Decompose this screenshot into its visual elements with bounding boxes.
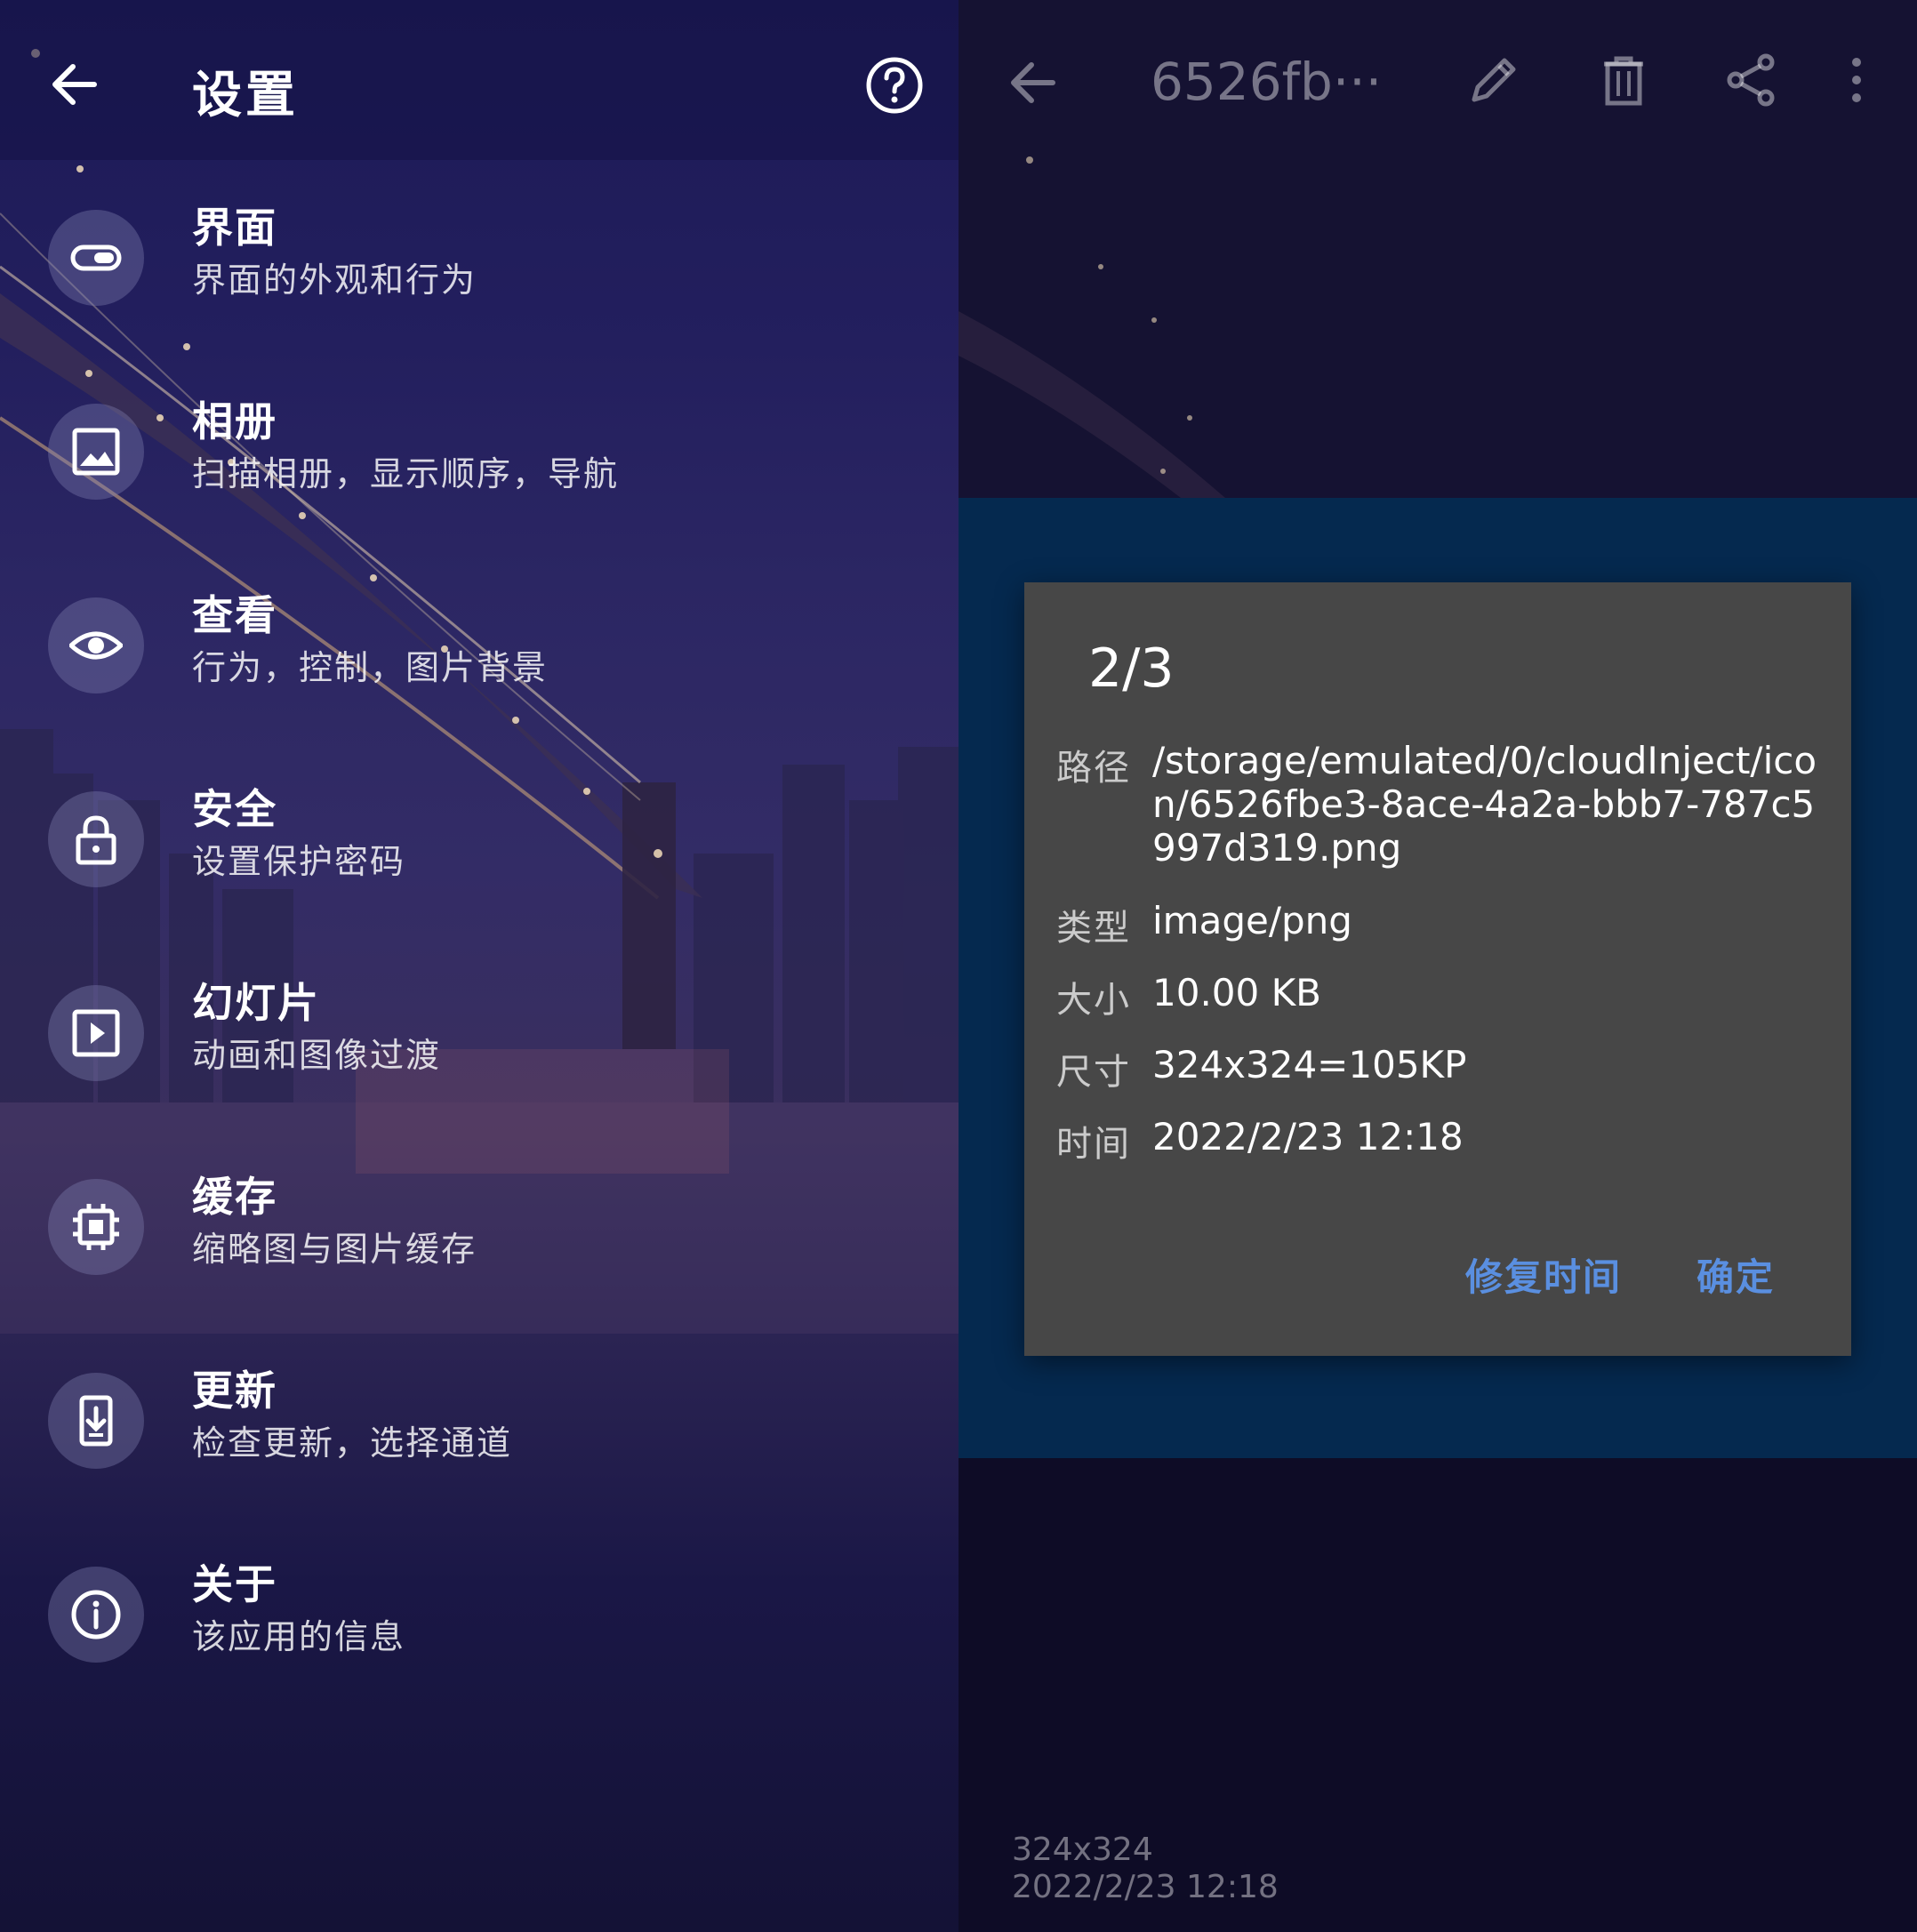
download-icon-wrap bbox=[48, 1373, 144, 1469]
info-value: /storage/emulated/0/cloudInject/icon/652… bbox=[1152, 739, 1817, 870]
info-icon-wrap bbox=[48, 1567, 144, 1663]
eye-icon-wrap bbox=[48, 597, 144, 693]
item-subtitle: 设置保护密码 bbox=[192, 842, 406, 881]
info-row-time: 时间 2022/2/23 12:18 bbox=[1056, 1115, 1821, 1165]
more-vertical-icon[interactable] bbox=[1839, 52, 1874, 108]
info-value: 324x324=105KP bbox=[1152, 1043, 1467, 1086]
info-label: 尺寸 bbox=[1056, 1052, 1131, 1093]
item-title: 缓存 bbox=[192, 1173, 277, 1221]
photo-date: 2022/2/23 12:18 bbox=[1012, 1869, 1279, 1905]
play-icon-wrap bbox=[48, 985, 144, 1081]
file-info-dialog: 2/3 路径 /storage/emulated/0/cloudInject/i… bbox=[1024, 582, 1851, 1356]
toggle-icon bbox=[70, 245, 122, 271]
settings-item-cache[interactable]: 缓存 缩略图与图片缓存 bbox=[0, 1147, 958, 1307]
eye-icon bbox=[69, 631, 123, 660]
info-label: 路径 bbox=[1056, 748, 1131, 789]
item-subtitle: 动画和图像过渡 bbox=[192, 1036, 442, 1075]
item-subtitle: 检查更新，选择通道 bbox=[192, 1423, 513, 1463]
settings-pane: 设置 界面 界面的外观和行为 相册 扫描相册，显示顺序，导航 查看 行为，控制，… bbox=[0, 0, 958, 1932]
image-icon-wrap bbox=[48, 404, 144, 500]
lock-icon-wrap bbox=[48, 791, 144, 887]
info-label: 时间 bbox=[1056, 1124, 1131, 1165]
play-icon bbox=[72, 1009, 120, 1057]
pencil-icon[interactable] bbox=[1465, 52, 1522, 108]
item-subtitle: 界面的外观和行为 bbox=[192, 261, 477, 300]
toggle-icon-wrap bbox=[48, 210, 144, 306]
settings-item-albums[interactable]: 相册 扫描相册，显示顺序，导航 bbox=[0, 372, 958, 532]
item-title: 界面 bbox=[192, 204, 277, 252]
help-circle-icon[interactable] bbox=[864, 55, 925, 116]
info-row-type: 类型 image/png bbox=[1056, 899, 1821, 949]
item-title: 幻灯片 bbox=[192, 979, 320, 1027]
info-icon bbox=[71, 1590, 121, 1639]
viewer-footer: 324x324 2022/2/23 12:18 bbox=[958, 1458, 1917, 1932]
lock-icon bbox=[76, 815, 116, 865]
settings-item-interface[interactable]: 界面 界面的外观和行为 bbox=[0, 178, 958, 338]
fix-time-button[interactable]: 修复时间 bbox=[1465, 1247, 1622, 1302]
chip-icon bbox=[73, 1204, 119, 1250]
item-subtitle: 缩略图与图片缓存 bbox=[192, 1230, 477, 1269]
item-subtitle: 该应用的信息 bbox=[192, 1617, 406, 1656]
item-title: 查看 bbox=[192, 591, 277, 639]
settings-item-slideshow[interactable]: 幻灯片 动画和图像过渡 bbox=[0, 953, 958, 1113]
settings-item-about[interactable]: 关于 该应用的信息 bbox=[0, 1535, 958, 1695]
settings-app-bar: 设置 bbox=[0, 0, 958, 160]
viewer-title: 6526fb··· bbox=[1151, 52, 1383, 112]
info-value: 10.00 KB bbox=[1152, 971, 1321, 1014]
item-title: 更新 bbox=[192, 1367, 277, 1415]
page-title: 设置 bbox=[192, 67, 299, 124]
trash-icon[interactable] bbox=[1595, 52, 1652, 108]
photo-dimensions: 324x324 bbox=[1012, 1832, 1153, 1868]
info-value: 2022/2/23 12:18 bbox=[1152, 1115, 1464, 1158]
settings-item-update[interactable]: 更新 检查更新，选择通道 bbox=[0, 1341, 958, 1501]
arrow-left-icon[interactable] bbox=[44, 53, 107, 116]
info-row-path: 路径 /storage/emulated/0/cloudInject/icon/… bbox=[1056, 739, 1821, 872]
settings-item-view[interactable]: 查看 行为，控制，图片背景 bbox=[0, 565, 958, 726]
dialog-title: 2/3 bbox=[1088, 637, 1175, 700]
image-icon bbox=[72, 428, 120, 476]
info-label: 类型 bbox=[1056, 908, 1131, 949]
viewer-app-bar: 6526fb··· bbox=[958, 0, 1917, 160]
chip-icon-wrap bbox=[48, 1179, 144, 1275]
ok-button[interactable]: 确定 bbox=[1696, 1247, 1775, 1302]
info-label: 大小 bbox=[1056, 980, 1131, 1021]
settings-item-security[interactable]: 安全 设置保护密码 bbox=[0, 759, 958, 919]
share-icon[interactable] bbox=[1723, 52, 1780, 108]
download-icon bbox=[79, 1395, 113, 1447]
item-title: 关于 bbox=[192, 1560, 277, 1608]
item-title: 相册 bbox=[192, 397, 277, 445]
item-subtitle: 行为，控制，图片背景 bbox=[192, 648, 549, 687]
item-subtitle: 扫描相册，显示顺序，导航 bbox=[192, 454, 620, 493]
item-title: 安全 bbox=[192, 785, 277, 833]
info-value: image/png bbox=[1152, 899, 1352, 942]
arrow-left-icon[interactable] bbox=[1003, 52, 1065, 114]
info-row-dimensions: 尺寸 324x324=105KP bbox=[1056, 1043, 1821, 1093]
info-row-size: 大小 10.00 KB bbox=[1056, 971, 1821, 1021]
